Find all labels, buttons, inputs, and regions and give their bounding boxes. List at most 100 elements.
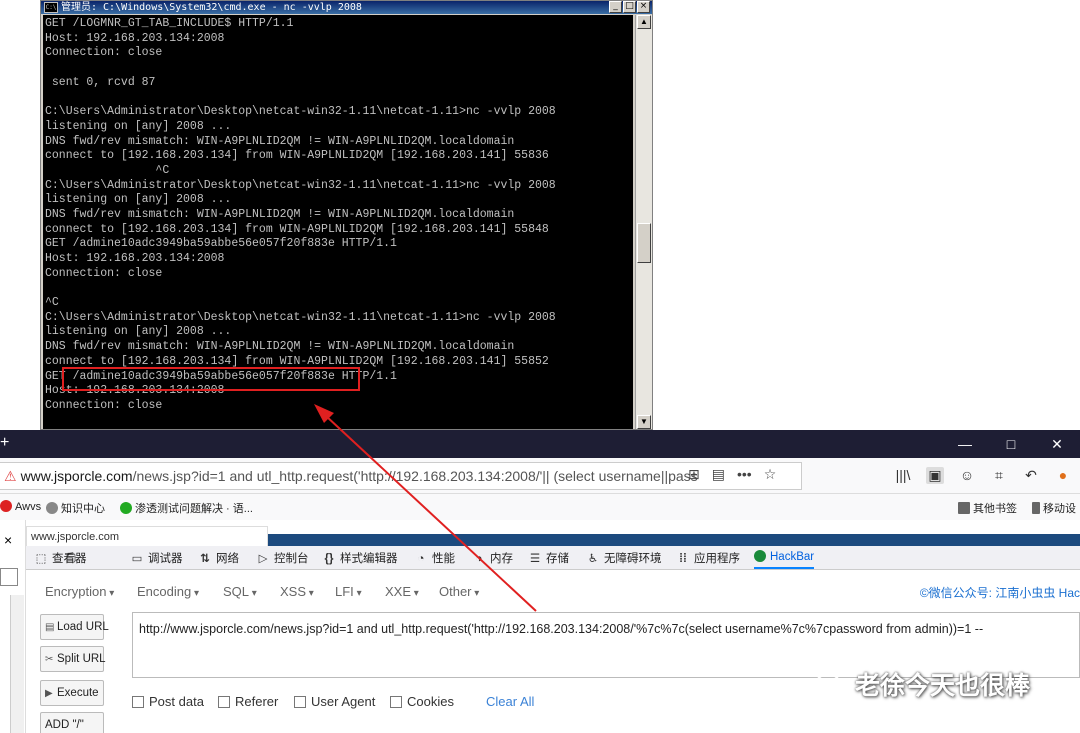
screenshot-icon[interactable]: ⌗	[990, 467, 1008, 484]
sidebar-panel: ×	[0, 520, 26, 733]
user-agent-checkbox[interactable]: User Agent	[294, 694, 375, 709]
tab-storage[interactable]: ☰ 存储	[528, 550, 569, 566]
browser-maximize-button[interactable]: □	[988, 430, 1034, 458]
menu-xxe[interactable]: XXE	[385, 584, 419, 599]
tab-style-editor[interactable]: {} 样式编辑器	[322, 550, 398, 566]
cmd-line: C:\Users\Administrator\Desktop\netcat-wi…	[45, 105, 556, 119]
checkbox-icon	[390, 696, 402, 708]
clear-all-link[interactable]: Clear All	[486, 694, 534, 709]
wechat-credit: ©微信公众号: 江南小虫虫 Hac	[919, 586, 1080, 600]
cmd-line: DNS fwd/rev mismatch: WIN-A9PLNLID2QM !=…	[45, 134, 515, 148]
split-icon: ✂	[45, 654, 54, 665]
bookmark-knowledge[interactable]: 知识中心	[46, 500, 105, 516]
cmd-window-controls: _ □ ×	[609, 1, 650, 13]
close-icon[interactable]: ×	[4, 532, 12, 548]
extension-icon[interactable]: ●	[1054, 467, 1072, 484]
cmd-titlebar[interactable]: C:\ 管理员: C:\Windows\System32\cmd.exe - n…	[41, 1, 652, 14]
menu-xss[interactable]: XSS	[280, 584, 314, 599]
tab-network[interactable]: ⇅ 网络	[198, 550, 239, 566]
page-tab[interactable]: www.jsporcle.com	[26, 526, 268, 546]
new-tab-icon[interactable]: +	[0, 434, 9, 452]
menu-other[interactable]: Other	[439, 584, 479, 599]
bookmark-star-icon[interactable]: ☆	[764, 466, 777, 483]
library-icon[interactable]: |||\	[894, 467, 912, 484]
style-editor-icon: {}	[324, 553, 334, 565]
cmd-line: Connection: close	[45, 398, 163, 412]
cmd-line: Host: 192.168.203.134:2008	[45, 252, 225, 265]
bookmark-other[interactable]: 其他书签	[958, 500, 1017, 516]
scroll-up-icon[interactable]: ▲	[637, 15, 651, 29]
tab-performance[interactable]: ◔ 性能	[414, 550, 455, 566]
hackbar-icon	[754, 550, 766, 562]
watermark-text: 老徐今天也很棒	[855, 672, 1031, 700]
cmd-scrollbar[interactable]: ▲ ▼	[635, 15, 652, 429]
wechat-icon	[815, 672, 848, 697]
cmd-line: C:\Users\Administrator\Desktop\netcat-wi…	[45, 310, 556, 324]
hackbar-menu: Encryption Encoding SQL XSS LFI XXE Othe…	[38, 576, 1080, 606]
menu-encoding[interactable]: Encoding	[137, 584, 199, 599]
menu-lfi[interactable]: LFI	[335, 584, 362, 599]
bookmark-mobile[interactable]: 移动设	[1032, 500, 1076, 516]
cmd-line: connect to [192.168.203.134] from WIN-A9…	[45, 149, 549, 163]
navigation-bar: ⚠ www.jsporcle.com/news.jsp?id=1 and utl_…	[0, 458, 1080, 494]
tab-console[interactable]: ▷ 控制台	[256, 550, 309, 566]
bookmarks-bar: Awvs 知识中心 渗透测试问题解决 · 语... 其他书签 移动设	[0, 494, 1080, 520]
tab-picker[interactable]: ▢	[64, 550, 82, 564]
menu-sql[interactable]: SQL	[223, 584, 257, 599]
checkbox-icon	[218, 696, 230, 708]
highlight-box	[62, 367, 360, 391]
hackbar-buttons: ▤ Load URL ✂ Split URL ▶ Execute ADD "/"	[38, 606, 109, 733]
tab-hackbar[interactable]: HackBar	[754, 550, 815, 569]
split-url-button[interactable]: ✂ Split URL	[40, 646, 106, 672]
memory-icon: ◑	[475, 553, 483, 565]
back-history-icon[interactable]: ↶	[1022, 467, 1040, 484]
browser-close-button[interactable]: ✕	[1034, 430, 1080, 458]
menu-encryption[interactable]: Encryption	[45, 584, 114, 599]
tab-accessibility[interactable]: ♿ 无障碍环境	[586, 550, 662, 566]
maximize-button[interactable]: □	[623, 1, 636, 13]
tab-debugger[interactable]: ▭ 调试器	[130, 550, 183, 566]
reader-view-icon[interactable]: ▤	[712, 466, 725, 483]
load-icon: ▤	[45, 622, 55, 633]
browser-minimize-button[interactable]: —	[942, 430, 988, 458]
accessibility-icon: ♿	[587, 553, 599, 565]
minimize-button[interactable]: _	[609, 1, 622, 13]
checkbox-icon	[132, 696, 144, 708]
globe-icon	[46, 502, 58, 514]
tab-memory[interactable]: ◑ 内存	[472, 550, 513, 566]
checkbox-icon	[294, 696, 306, 708]
insecure-icon: ⚠	[4, 468, 17, 484]
inspector-icon: ⬚	[35, 553, 47, 565]
bookmark-pentest[interactable]: 渗透测试问题解决 · 语...	[120, 500, 253, 516]
cmd-line: DNS fwd/rev mismatch: WIN-A9PLNLID2QM !=…	[45, 207, 515, 221]
cmd-line: DNS fwd/rev mismatch: WIN-A9PLNLID2QM !=…	[45, 340, 515, 354]
tab-application[interactable]: ⁞⁞ 应用程序	[676, 550, 740, 566]
scrollbar-thumb[interactable]	[637, 223, 651, 263]
load-url-button[interactable]: ▤ Load URL	[40, 614, 109, 640]
sidebar-icon[interactable]: ▣	[926, 467, 944, 484]
qr-code-icon[interactable]: ⊞	[688, 466, 700, 483]
console-icon: ▷	[258, 553, 268, 565]
more-actions-icon[interactable]: •••	[737, 466, 752, 483]
account-icon[interactable]: ☺	[958, 467, 976, 484]
cookies-checkbox[interactable]: Cookies	[390, 694, 454, 709]
cmd-line: ^C	[45, 163, 170, 177]
sidebar-checkbox[interactable]	[0, 568, 18, 586]
address-bar[interactable]: ⚠ www.jsporcle.com/news.jsp?id=1 and utl_…	[0, 462, 802, 490]
referer-checkbox[interactable]: Referer	[218, 694, 278, 709]
cmd-line	[45, 90, 633, 105]
cmd-line	[45, 281, 633, 296]
execute-button[interactable]: ▶ Execute	[40, 680, 104, 706]
scroll-down-icon[interactable]: ▼	[637, 415, 651, 429]
folder-icon	[958, 502, 970, 514]
picker-icon: ▢	[65, 552, 77, 564]
watermark: 老徐今天也很棒	[815, 666, 1030, 702]
close-button[interactable]: ×	[637, 1, 650, 13]
sidebar-scrollbar[interactable]	[10, 595, 24, 733]
cmd-title-text: 管理员: C:\Windows\System32\cmd.exe - nc -v…	[61, 2, 362, 13]
bookmark-awvs[interactable]: Awvs	[0, 500, 41, 513]
add-slash-button[interactable]: ADD "/"	[40, 712, 104, 733]
cmd-line: ^C	[45, 296, 59, 310]
cmd-line: GET /LOGMNR_GT_TAB_INCLUDE$ HTTP/1.1	[45, 17, 294, 30]
post-data-checkbox[interactable]: Post data	[132, 694, 204, 709]
